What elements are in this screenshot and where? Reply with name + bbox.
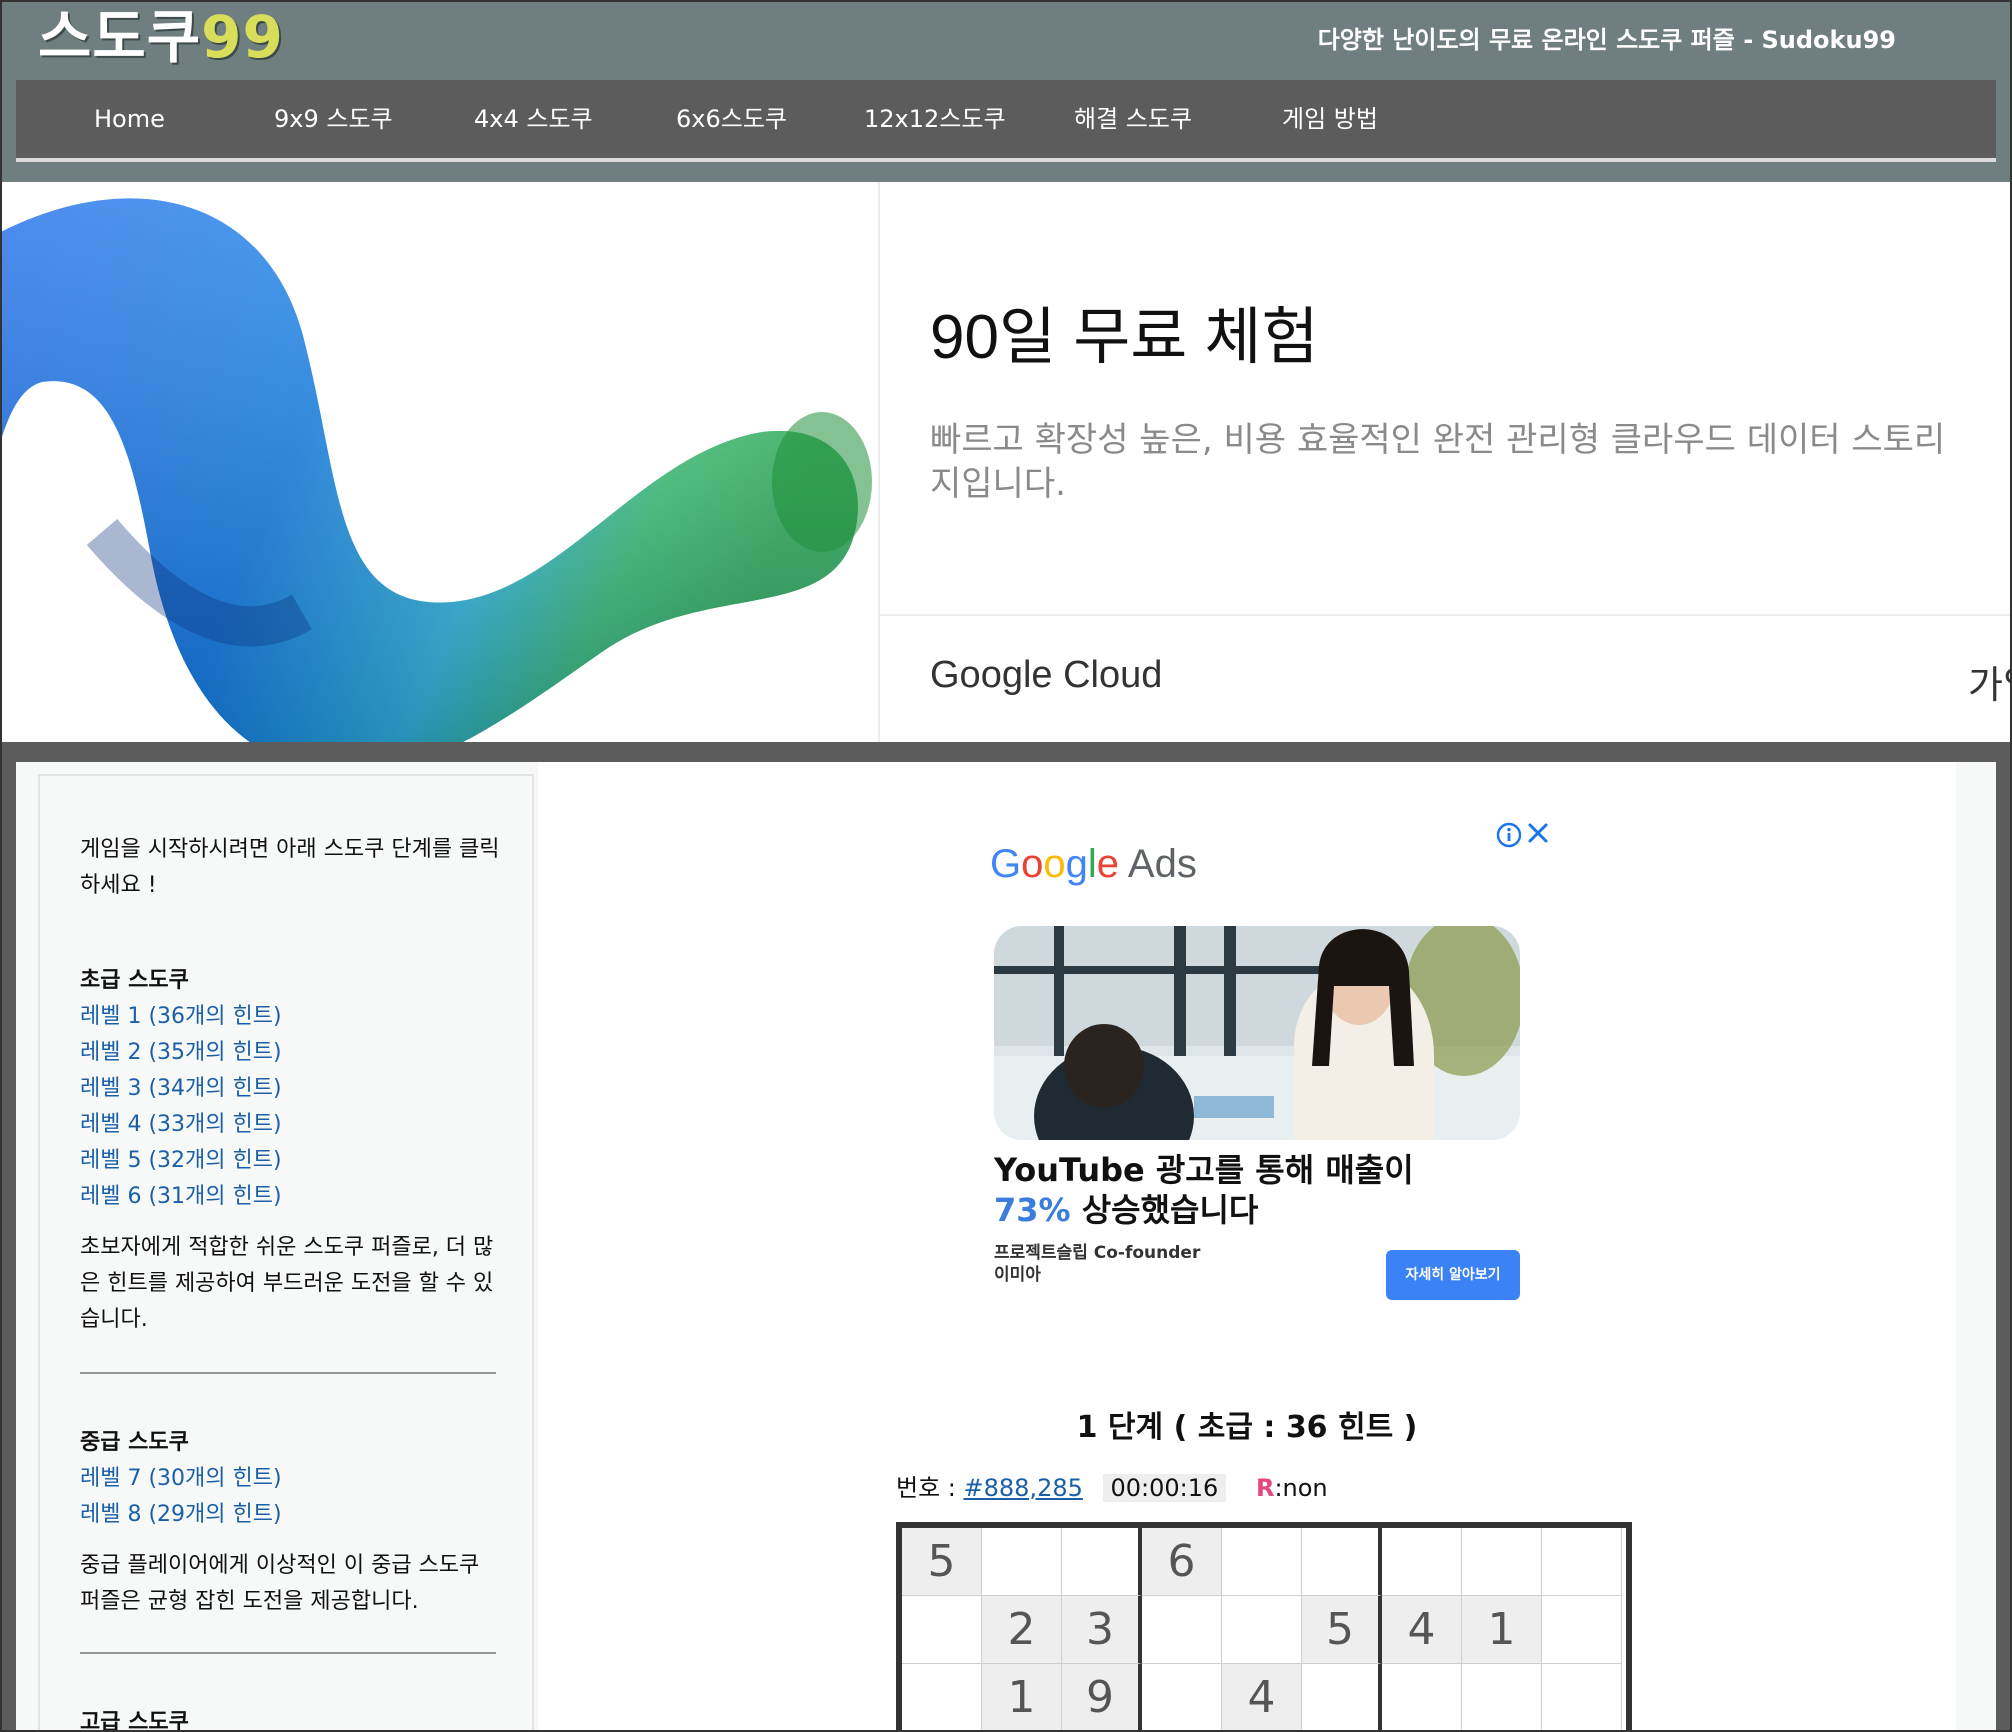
logo-text: 스도쿠: [38, 3, 202, 71]
site-logo[interactable]: 스도쿠99: [38, 4, 284, 74]
banner-ad[interactable]: 90일 무료 체험 빠르고 확장성 높은, 비용 효율적인 완전 관리형 클라우…: [2, 182, 2010, 744]
nav-12x12[interactable]: 12x12스도쿠: [864, 80, 1006, 158]
sudoku-cell[interactable]: [1142, 1596, 1222, 1664]
sudoku-cell[interactable]: 1: [1462, 1596, 1542, 1664]
nav-9x9[interactable]: 9x9 스도쿠: [274, 80, 393, 158]
puzzle-number-link[interactable]: #888,285: [964, 1474, 1083, 1502]
banner-brand: Google Cloud: [930, 654, 1163, 696]
ad-credit-role: 프로젝트슬립 Co-founder: [994, 1243, 1201, 1263]
game-content: Google Ads YouTube 광고를 통해 매출이 73% 상승했습니다…: [538, 762, 1956, 1730]
sudoku-cell[interactable]: [1382, 1528, 1462, 1596]
google-logo-letter: o: [1021, 842, 1044, 886]
sudoku-cell[interactable]: 5: [902, 1528, 982, 1596]
sudoku-cell[interactable]: [1222, 1528, 1302, 1596]
sudoku-cell[interactable]: [1142, 1664, 1222, 1730]
google-logo-letter: g: [1065, 842, 1088, 886]
intermediate-description: 중급 플레이어에게 이상적인 이 중급 스도쿠 퍼즐은 균형 잡힌 도전을 제공…: [80, 1553, 480, 1614]
banner-separator: [880, 614, 2010, 616]
google-ads-logo: Google Ads: [990, 842, 1197, 887]
ads-word: Ads: [1127, 842, 1197, 886]
banner-title: 90일 무료 체험: [930, 303, 1319, 372]
ad-headline-line2: 73% 상승했습니다: [994, 1190, 1414, 1230]
nav-4x4[interactable]: 4x4 스도쿠: [474, 80, 593, 158]
sudoku-cell[interactable]: [1382, 1664, 1462, 1730]
info-icon[interactable]: [1496, 822, 1522, 855]
ad-headline-line1: YouTube 광고를 통해 매출이: [994, 1151, 1414, 1189]
ad-credit: 프로젝트슬립 Co-founder 이미아: [994, 1242, 1200, 1286]
ad-credit-name: 이미아: [994, 1265, 1041, 1285]
sudoku-cell[interactable]: [1222, 1596, 1302, 1664]
ad-headline: YouTube 광고를 통해 매출이 73% 상승했습니다: [994, 1150, 1414, 1230]
level-link-7[interactable]: 레벨 7 (30개의 힌트): [80, 1460, 282, 1492]
google-logo-letter: e: [1096, 842, 1120, 886]
nav-6x6[interactable]: 6x6스도쿠: [676, 80, 787, 158]
main-nav: Home 9x9 스도쿠 4x4 스도쿠 6x6스도쿠 12x12스도쿠 해결 …: [16, 80, 1996, 162]
ad-learn-more-button[interactable]: 자세히 알아보기: [1386, 1250, 1520, 1300]
ad-headline-rest: 상승했습니다: [1081, 1191, 1259, 1229]
sudoku-cell[interactable]: [1542, 1528, 1622, 1596]
sudoku-row: 19 4: [902, 1664, 1626, 1730]
sudoku-grid: 5623541194: [896, 1522, 1632, 1730]
r-label: R: [1255, 1474, 1275, 1502]
sudoku-cell[interactable]: 2: [982, 1596, 1062, 1664]
sudoku-cell[interactable]: 5: [1302, 1596, 1382, 1664]
puzzle-meta: 번호 : #888,285 00:00:16 R:non: [896, 1468, 1328, 1503]
banner-description: 빠르고 확장성 높은, 비용 효율적인 완전 관리형 클라우드 데이터 스토리지…: [930, 420, 1946, 504]
sudoku-cell[interactable]: 1: [982, 1664, 1062, 1730]
beginner-description: 초보자에게 적합한 쉬운 스도쿠 퍼즐로, 더 많은 힌트를 제공하여 부드러운…: [80, 1235, 494, 1332]
level-link-5[interactable]: 레벨 5 (32개의 힌트): [80, 1142, 282, 1174]
sidebar-divider-1: [80, 1372, 496, 1374]
nav-home[interactable]: Home: [94, 80, 165, 158]
google-logo-letter: o: [1043, 842, 1066, 886]
intermediate-title: 중급 스도쿠: [80, 1430, 189, 1455]
nav-how-to-play[interactable]: 게임 방법: [1282, 80, 1378, 158]
sudoku-cell[interactable]: 6: [1142, 1528, 1222, 1596]
google-logo-letter: G: [990, 842, 1022, 886]
r-value: :non: [1274, 1474, 1328, 1502]
banner-ribbon-image: [2, 182, 878, 742]
ad-photo[interactable]: [994, 926, 1520, 1140]
ad-percent: 73%: [994, 1191, 1071, 1229]
banner-cta[interactable]: 가입: [1968, 654, 2010, 709]
sudoku-cell[interactable]: [1062, 1528, 1142, 1596]
sidebar-divider-2: [80, 1652, 496, 1654]
main-area: 게임을 시작하시려면 아래 스도쿠 단계를 클릭하세요 ! 초급 스도쿠 레벨 …: [16, 762, 1996, 1732]
sudoku-row: 23 541: [902, 1596, 1626, 1664]
browser-page: 스도쿠99 다양한 난이도의 무료 온라인 스도쿠 퍼즐 - Sudoku99 …: [0, 0, 2012, 1732]
banner-divider: [878, 182, 880, 742]
level-link-4[interactable]: 레벨 4 (33개의 힌트): [80, 1106, 282, 1138]
sudoku-cell[interactable]: 3: [1062, 1596, 1142, 1664]
sudoku-cell[interactable]: [1462, 1528, 1542, 1596]
sudoku-cell[interactable]: [982, 1528, 1062, 1596]
close-icon[interactable]: [1526, 818, 1550, 853]
level-link-6[interactable]: 레벨 6 (31개의 힌트): [80, 1178, 282, 1210]
level-sidebar: 게임을 시작하시려면 아래 스도쿠 단계를 클릭하세요 ! 초급 스도쿠 레벨 …: [38, 774, 534, 1732]
sudoku-cell[interactable]: [1542, 1664, 1622, 1730]
sidebar-intro: 게임을 시작하시려면 아래 스도쿠 단계를 클릭하세요 !: [80, 837, 500, 898]
level-link-2[interactable]: 레벨 2 (35개의 힌트): [80, 1034, 282, 1066]
puzzle-title: 1 단계 ( 초급 : 36 힌트 ): [1076, 1410, 1418, 1445]
sudoku-cell[interactable]: [1542, 1596, 1622, 1664]
level-link-1[interactable]: 레벨 1 (36개의 힌트): [80, 998, 282, 1030]
sudoku-cell[interactable]: [1302, 1664, 1382, 1730]
sudoku-row: 56: [902, 1528, 1626, 1596]
google-logo-letter: l: [1087, 842, 1097, 886]
level-link-8[interactable]: 레벨 8 (29개의 힌트): [80, 1496, 282, 1528]
sudoku-cell[interactable]: 9: [1062, 1664, 1142, 1730]
beginner-title: 초급 스도쿠: [80, 968, 189, 993]
level-link-3[interactable]: 레벨 3 (34개의 힌트): [80, 1070, 282, 1102]
sudoku-cell[interactable]: [1302, 1528, 1382, 1596]
logo-number: 99: [201, 3, 284, 71]
site-tagline: 다양한 난이도의 무료 온라인 스도쿠 퍼즐 - Sudoku99: [1317, 26, 1896, 54]
puzzle-number-label: 번호 :: [896, 1474, 956, 1502]
site-header: 스도쿠99 다양한 난이도의 무료 온라인 스도쿠 퍼즐 - Sudoku99 …: [2, 2, 2010, 182]
sudoku-cell[interactable]: 4: [1222, 1664, 1302, 1730]
sudoku-cell[interactable]: [1462, 1664, 1542, 1730]
sudoku-cell[interactable]: [902, 1596, 982, 1664]
nav-solver[interactable]: 해결 스도쿠: [1074, 80, 1192, 158]
advanced-title: 고급 스도쿠: [80, 1710, 189, 1732]
sudoku-cell[interactable]: 4: [1382, 1596, 1462, 1664]
sudoku-cell[interactable]: [902, 1664, 982, 1730]
puzzle-timer: 00:00:16: [1102, 1474, 1227, 1502]
